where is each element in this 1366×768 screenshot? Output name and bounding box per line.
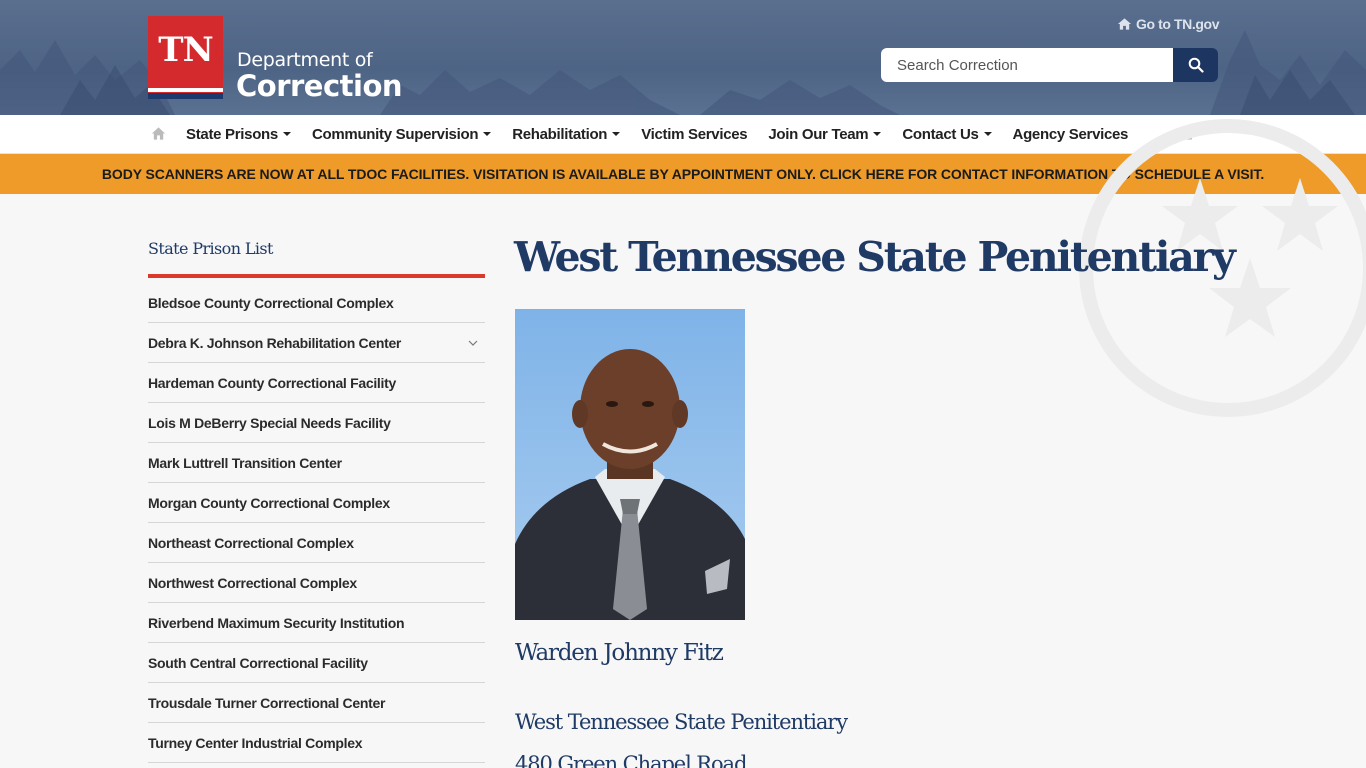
nav-item-label: Join Our Team — [768, 125, 869, 143]
sidebar-item[interactable]: Turney Center Industrial Complex — [148, 723, 485, 763]
goto-tn-link[interactable]: Go to TN.gov — [1117, 16, 1219, 32]
sidebar-item[interactable]: Lois M DeBerry Special Needs Facility — [148, 403, 485, 443]
caret-down-icon — [483, 132, 492, 136]
warden-photo — [515, 309, 745, 620]
nav-item-label: Victim Services — [641, 125, 748, 143]
caret-down-icon — [873, 132, 882, 136]
nav-item-label: State Prisons — [186, 125, 278, 143]
sidebar-item[interactable]: Trousdale Turner Correctional Center — [148, 683, 485, 723]
sidebar-item[interactable]: Debra K. Johnson Rehabilitation Center — [148, 323, 485, 363]
sidebar-item[interactable]: Bledsoe County Correctional Complex — [148, 283, 485, 323]
sidebar-item-label: South Central Correctional Facility — [148, 654, 368, 671]
nav-item-community-supervision[interactable]: Community Supervision — [311, 125, 492, 143]
sidebar-item-label: Bledsoe County Correctional Complex — [148, 294, 394, 311]
sidebar-item[interactable]: Northwest Correctional Complex — [148, 563, 485, 603]
caret-down-icon — [612, 132, 621, 136]
sidebar-item[interactable]: Mark Luttrell Transition Center — [148, 443, 485, 483]
sidebar-list: Bledsoe County Correctional Complex Debr… — [148, 283, 485, 763]
warden-name: Warden Johnny Fitz — [515, 640, 724, 666]
search-button[interactable] — [1173, 48, 1218, 82]
logo-stripe — [148, 93, 223, 99]
sidebar-item-label: Hardeman County Correctional Facility — [148, 374, 396, 391]
nav-item-victim-services[interactable]: Victim Services — [641, 126, 747, 143]
tn-logo[interactable]: TN — [148, 16, 223, 99]
sidebar-item[interactable]: South Central Correctional Facility — [148, 643, 485, 683]
nav-item-state-prisons[interactable]: State Prisons — [186, 126, 291, 143]
address-street: 480 Green Chapel Road — [515, 752, 747, 768]
site-header: TN Department of Correction Go to TN.gov — [0, 0, 1366, 115]
goto-tn-label: Go to TN.gov — [1136, 16, 1220, 32]
logo-correction[interactable]: Correction — [236, 69, 403, 103]
nav-item-contact-us[interactable]: Contact Us — [902, 125, 992, 143]
nav-items: State Prisons Community Supervision Reha… — [186, 115, 1149, 153]
sidebar-item[interactable]: Morgan County Correctional Complex — [148, 483, 485, 523]
home-icon — [1117, 18, 1132, 30]
nav-item-label: Community Supervision — [311, 125, 479, 143]
sidebar-item-label: Riverbend Maximum Security Institution — [148, 614, 405, 631]
logo-tn-text: TN — [158, 30, 213, 70]
search-input[interactable] — [881, 48, 1174, 82]
caret-down-icon — [983, 132, 992, 136]
search-form — [881, 48, 1218, 82]
caret-down-icon — [282, 132, 291, 136]
sidebar-item[interactable]: Riverbend Maximum Security Institution — [148, 603, 485, 643]
nav-item-rehabilitation[interactable]: Rehabilitation — [512, 125, 621, 143]
logo-stripe — [148, 88, 223, 92]
sidebar-item-label: Turney Center Industrial Complex — [148, 734, 363, 751]
page-title: West Tennessee State Penitentiary — [514, 233, 1236, 281]
home-icon[interactable] — [151, 126, 166, 141]
sidebar-item[interactable]: Northeast Correctional Complex — [148, 523, 485, 563]
address-facility: West Tennessee State Penitentiary — [515, 710, 848, 734]
nav-item-label: Rehabilitation — [512, 125, 608, 143]
sidebar-item-label: Mark Luttrell Transition Center — [148, 454, 342, 471]
sidebar-item-label: Morgan County Correctional Complex — [148, 494, 390, 511]
sidebar-item-label: Debra K. Johnson Rehabilitation Center — [148, 334, 402, 351]
sidebar-item[interactable]: Hardeman County Correctional Facility — [148, 363, 485, 403]
logo-department[interactable]: Department of — [237, 49, 373, 71]
nav-item-join-our-team[interactable]: Join Our Team — [768, 125, 882, 143]
sidebar-divider — [148, 274, 485, 278]
chevron-down-icon[interactable] — [468, 340, 478, 346]
sidebar-title[interactable]: State Prison List — [148, 239, 273, 258]
search-icon — [1188, 57, 1204, 73]
sidebar-item-label: Northwest Correctional Complex — [148, 574, 357, 591]
sidebar-item-label: Northeast Correctional Complex — [148, 534, 354, 551]
nav-item-label: Contact Us — [902, 125, 979, 143]
sidebar-item-label: Trousdale Turner Correctional Center — [148, 694, 386, 711]
sidebar-item-label: Lois M DeBerry Special Needs Facility — [148, 414, 391, 431]
